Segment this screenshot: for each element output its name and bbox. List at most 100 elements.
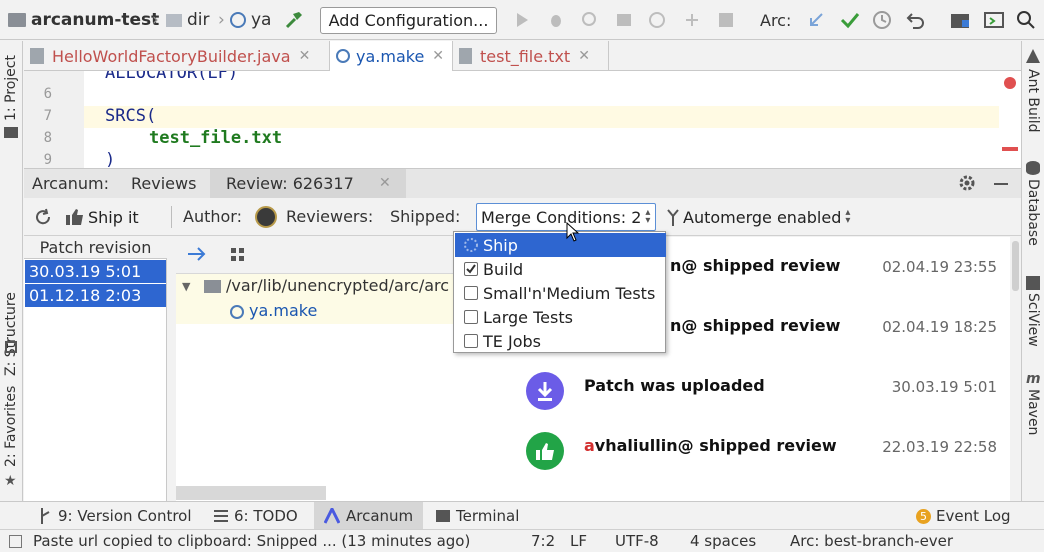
code-paren-close: ) [105, 150, 116, 168]
tab-todo[interactable]: 6: TODO [214, 502, 298, 530]
close-icon[interactable]: ✕ [379, 175, 391, 191]
error-icon[interactable] [1004, 77, 1016, 89]
merge-conditions-dropdown: Ship Build Small'n'Medium Tests Large Te… [453, 231, 666, 353]
maven-tool-button[interactable]: Maven [1025, 389, 1041, 435]
ant-build-tool-button[interactable]: Ant Build [1025, 69, 1041, 133]
caret-position[interactable]: 7:2 [531, 532, 555, 550]
left-tool-strip: 1: Project Z: Structure 2: Favorites ★ [0, 41, 23, 501]
ship-it-button[interactable]: Ship it [66, 204, 139, 230]
activity-date: 22.03.19 22:58 [882, 438, 997, 456]
patch-revision-panel: Patch revision 30.03.19 5:01 01.12.18 2:… [24, 237, 167, 501]
indent-setting[interactable]: 4 spaces [690, 532, 756, 550]
file-encoding[interactable]: UTF-8 [615, 532, 659, 550]
scroll-thumb[interactable] [1012, 241, 1019, 291]
tab-reviews[interactable]: Reviews [131, 174, 196, 193]
checkbox[interactable] [464, 286, 478, 300]
checkbox[interactable] [464, 310, 478, 324]
automerge-select[interactable]: Automerge enabled ▴ ▾ [666, 204, 850, 230]
close-icon[interactable]: ✕ [578, 48, 590, 64]
close-icon[interactable]: ✕ [432, 48, 444, 64]
code-partial-line: ALLOCATOR(LF) [105, 71, 239, 83]
vertical-scrollbar[interactable] [1010, 237, 1021, 501]
run-icon[interactable] [510, 8, 534, 32]
activity-item: avhaliullin@ shipped review 22.03.19 22:… [520, 422, 1021, 482]
tab-version-control[interactable]: 9: Version Control [38, 502, 192, 530]
group-by-icon[interactable] [231, 248, 245, 262]
patch-row[interactable]: 01.12.18 2:03 [25, 284, 166, 307]
add-configuration-button[interactable]: Add Configuration... [320, 7, 497, 34]
sciview-tool-button[interactable]: SciView [1025, 293, 1041, 347]
activity-text: avhaliullin@ shipped review [584, 436, 837, 455]
debug-icon[interactable] [544, 8, 568, 32]
reviewers-label: Reviewers: [286, 207, 374, 226]
database-tool-button[interactable]: Database [1025, 179, 1041, 246]
status-bar: Paste url copied to clipboard: Snipped .… [0, 529, 1044, 552]
attach-icon[interactable] [680, 8, 704, 32]
horizontal-scrollbar[interactable] [176, 486, 326, 500]
activity-date: 30.03.19 5:01 [891, 378, 997, 396]
tab-ya-make[interactable]: ya.make ✕ [330, 41, 453, 71]
minimize-icon[interactable] [994, 183, 1008, 185]
error-stripe-marker[interactable] [1002, 147, 1018, 151]
checkbox[interactable] [464, 334, 478, 348]
sparkle-icon [463, 237, 479, 253]
tab-terminal[interactable]: Terminal [436, 502, 519, 530]
coverage-icon[interactable] [578, 8, 602, 32]
vcs-branch[interactable]: Arc: best-branch-ever [790, 532, 953, 550]
update-arrow-icon[interactable] [804, 8, 828, 32]
tool-window-title: Arcanum: [32, 174, 110, 193]
favorites-tool-button[interactable]: 2: Favorites [3, 386, 19, 467]
stop-icon[interactable] [714, 8, 738, 32]
sciview-icon [1026, 276, 1040, 290]
history-clock-icon[interactable] [870, 8, 894, 32]
dropdown-item-ship[interactable]: Ship [455, 233, 666, 257]
patch-row[interactable]: 30.03.19 5:01 [25, 260, 166, 283]
expand-arrows-icon[interactable] [186, 244, 206, 264]
tab-review-626317[interactable]: Review: 626317 ✕ [210, 169, 406, 199]
gear-file-icon [230, 12, 246, 28]
search-icon[interactable] [1014, 8, 1038, 32]
shipped-label: Shipped: [390, 207, 461, 226]
project-structure-icon[interactable] [948, 8, 972, 32]
event-log-button[interactable]: 5 Event Log [916, 502, 1011, 530]
structure-tool-button[interactable]: Z: Structure [3, 292, 19, 376]
tab-test-file[interactable]: test_file.txt ✕ [453, 41, 609, 71]
dropdown-item-small-medium-tests[interactable]: Small'n'Medium Tests [455, 281, 666, 305]
build-hammer-icon[interactable] [282, 8, 306, 32]
checkbox-checked[interactable] [464, 262, 478, 276]
breadcrumb-module[interactable]: ya [230, 0, 271, 40]
status-square-icon[interactable] [9, 535, 22, 548]
ant-icon [1026, 49, 1040, 63]
gear-icon[interactable] [958, 174, 976, 192]
code-editor[interactable]: 6 7 8 9 ALLOCATOR(LF) SRCS( test_file.tx… [24, 71, 1021, 168]
dropdown-item-large-tests[interactable]: Large Tests [455, 305, 666, 329]
file-item[interactable]: ya.make [249, 301, 317, 320]
folder-icon [8, 13, 26, 27]
upload-icon [526, 372, 564, 410]
author-label: Author: [183, 207, 242, 226]
code-srcs: SRCS( [105, 106, 156, 126]
rollback-icon[interactable] [904, 8, 928, 32]
merge-icon [666, 208, 680, 226]
timer-icon[interactable] [645, 8, 669, 32]
refresh-icon[interactable] [34, 208, 52, 226]
line-separator[interactable]: LF [570, 532, 587, 550]
event-count-badge: 5 [916, 508, 931, 524]
breadcrumb-project[interactable]: arcanum-test [8, 0, 159, 40]
activity-text: n@ shipped review [670, 316, 841, 335]
text-file-icon [459, 48, 472, 64]
dropdown-item-build[interactable]: Build [455, 257, 666, 281]
breadcrumb-folder[interactable]: dir [166, 0, 210, 40]
dropdown-item-te-jobs[interactable]: TE Jobs [455, 329, 666, 353]
commit-check-icon[interactable] [838, 8, 862, 32]
status-message[interactable]: Paste url copied to clipboard: Snipped .… [33, 532, 495, 550]
main-toolbar: arcanum-test › dir › ya Add Configuratio… [0, 0, 1044, 40]
project-tool-button[interactable]: 1: Project [3, 55, 19, 121]
tab-arcanum[interactable]: Arcanum [314, 502, 424, 530]
author-avatar[interactable] [255, 206, 277, 228]
tree-expand-icon[interactable]: ▼ [182, 280, 190, 293]
profile-icon[interactable] [612, 8, 636, 32]
tab-helloworld[interactable]: HelloWorldFactoryBuilder.java ✕ [24, 41, 330, 71]
terminal-window-icon[interactable] [982, 8, 1006, 32]
close-icon[interactable]: ✕ [299, 48, 311, 64]
